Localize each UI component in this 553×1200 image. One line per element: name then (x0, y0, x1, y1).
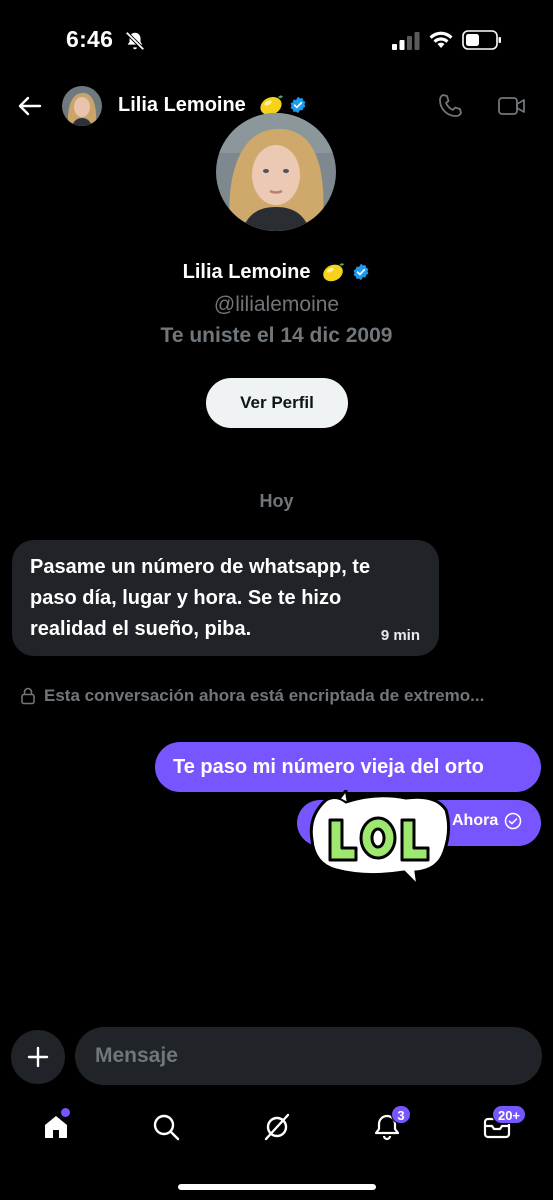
avatar-portrait (62, 86, 102, 126)
video-call-icon[interactable] (497, 92, 527, 120)
outgoing-message-bubble[interactable]: Te paso mi número vieja del orto (155, 742, 541, 792)
header-contact-name[interactable]: Lilia Lemoine (118, 94, 246, 117)
profile-joined-date: Te uniste el 14 dic 2009 (160, 324, 393, 347)
status-bar: 6:46 (0, 0, 553, 80)
plus-icon (27, 1046, 49, 1068)
verified-badge-icon (290, 96, 306, 114)
profile-handle: @lilialemoine (213, 293, 340, 316)
lol-sticker-icon[interactable] (306, 790, 452, 890)
lock-icon (21, 687, 35, 705)
message-timestamp: 9 min (380, 627, 420, 644)
add-attachment-button[interactable] (11, 1030, 65, 1084)
message-timestamp: Ahora (452, 812, 499, 829)
profile-name-row: Lilia Lemoine (0, 260, 553, 284)
encryption-notice-text: Esta conversación ahora está encriptada … (44, 686, 485, 705)
verified-badge-icon (353, 263, 369, 281)
battery-icon (462, 30, 501, 50)
date-separator: Hoy (259, 491, 294, 511)
messages-count-badge: 20+ (492, 1105, 527, 1124)
wifi-icon (429, 31, 453, 48)
search-icon[interactable] (151, 1112, 181, 1142)
bell-off-icon (125, 31, 145, 51)
message-composer (75, 1027, 542, 1085)
home-notification-dot (61, 1108, 70, 1117)
back-arrow-icon[interactable] (16, 92, 44, 120)
encryption-notice[interactable]: Esta conversación ahora está encriptada … (20, 684, 540, 708)
profile-name: Lilia Lemoine (182, 260, 311, 283)
sent-check-icon (504, 812, 522, 830)
message-text: Te paso mi número vieja del orto (173, 755, 484, 778)
phone-call-icon[interactable] (436, 92, 464, 120)
bottom-navigation: 3 20+ (0, 1098, 553, 1158)
message-meta: Ahora (452, 812, 522, 830)
home-indicator (178, 1184, 376, 1190)
avatar[interactable] (62, 86, 102, 126)
notifications-count-badge: 3 (391, 1105, 411, 1124)
profile-portrait (216, 113, 336, 231)
message-input[interactable] (95, 1027, 515, 1085)
view-profile-button[interactable]: Ver Perfil (206, 378, 348, 428)
message-text: Pasame un número de whatsapp, te paso dí… (30, 556, 371, 640)
incoming-message-bubble[interactable]: Pasame un número de whatsapp, te paso dí… (12, 540, 439, 656)
grok-icon[interactable] (262, 1112, 292, 1142)
cellular-signal-icon (392, 32, 420, 50)
profile-avatar[interactable] (216, 113, 336, 231)
status-time: 6:46 (66, 26, 114, 52)
lemon-icon (323, 263, 344, 282)
